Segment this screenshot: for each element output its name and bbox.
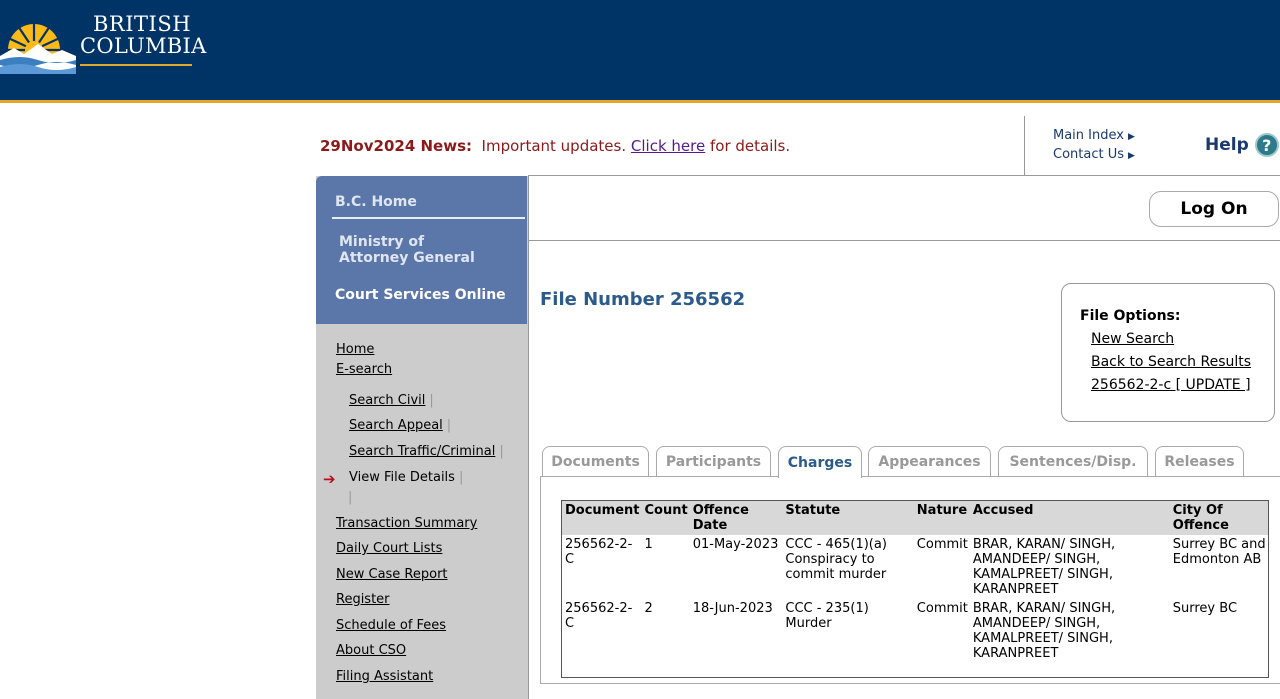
help-link[interactable]: Help ? — [1205, 133, 1279, 157]
tab-releases[interactable]: Releases — [1155, 446, 1244, 477]
sidebar-item-filing-assistant[interactable]: Filing Assistant — [336, 669, 433, 684]
sidebar-item-search-civil[interactable]: Search Civil | — [349, 393, 434, 408]
logo-line-2: COLUMBIA — [80, 34, 207, 58]
news-suffix: for details. — [710, 137, 791, 155]
tab-appearances[interactable]: Appearances — [868, 446, 991, 477]
sidebar-item-new-case-report[interactable]: New Case Report — [336, 567, 448, 582]
table-row-empty — [562, 663, 1269, 678]
table-row: 256562-2-C 2 18-Jun-2023 CCC - 235(1) Mu… — [562, 599, 1269, 663]
col-offence-date: Offence Date — [689, 500, 783, 535]
sidebar-item-search-traffic[interactable]: Search Traffic/Criminal | — [349, 444, 504, 459]
col-nature: Nature — [913, 500, 970, 535]
header-bottom-border — [528, 240, 1280, 241]
top-links: Main Index ▶ Contact Us ▶ — [1053, 127, 1135, 165]
triangle-right-icon: ▶ — [1128, 151, 1135, 161]
col-statute: Statute — [782, 500, 914, 535]
update-file-link[interactable]: 256562-2-c [ UPDATE ] — [1091, 377, 1251, 393]
triangle-right-icon: ▶ — [1127, 132, 1135, 142]
search-traffic-label: Search Traffic/Criminal — [349, 444, 496, 459]
sidebar-item-schedule-of-fees[interactable]: Schedule of Fees — [336, 618, 446, 633]
cell-accused: BRAR, KARAN/ SINGH, AMANDEEP/ SINGH, KAM… — [972, 601, 1116, 661]
table-header-row: Document Count Offence Date Statute Natu… — [561, 500, 1269, 535]
view-file-label: View File Details — [349, 470, 455, 485]
contact-us-label: Contact Us — [1053, 147, 1124, 162]
search-appeal-label: Search Appeal — [349, 418, 443, 433]
separator-bar: | — [499, 444, 504, 459]
separator-bar: | — [446, 418, 452, 433]
separator-bar: | — [344, 490, 352, 505]
separator-bar-char: | — [348, 490, 353, 505]
contact-us-link[interactable]: Contact Us ▶ — [1053, 146, 1135, 165]
sidebar-divider — [332, 217, 525, 219]
main-index-link[interactable]: Main Index ▶ — [1053, 127, 1135, 146]
log-on-button[interactable]: Log On — [1149, 191, 1279, 227]
logo-line-1: BRITISH — [93, 12, 192, 36]
sidebar-item-register[interactable]: Register — [336, 592, 390, 607]
sidebar-item-transaction-summary[interactable]: Transaction Summary — [336, 516, 477, 531]
col-document: Document — [561, 500, 642, 535]
sidebar-item-home[interactable]: Home — [336, 342, 374, 357]
file-options-title: File Options: — [1080, 308, 1181, 324]
top-divider — [1024, 116, 1025, 176]
tab-sentences[interactable]: Sentences/Disp. — [998, 446, 1148, 477]
sidebar-item-daily-court-lists[interactable]: Daily Court Lists — [336, 541, 442, 556]
cell-accused: BRAR, KARAN/ SINGH, AMANDEEP/ SINGH, KAM… — [972, 537, 1116, 597]
ministry-line-1: Ministry of — [339, 234, 425, 250]
page-title: File Number 256562 — [540, 289, 746, 310]
news-click-here-link[interactable]: Click here — [631, 137, 705, 155]
main-index-label: Main Index — [1053, 128, 1124, 143]
sidebar-header: B.C. Home Ministry of Attorney General C… — [316, 176, 527, 324]
ministry-link[interactable]: Ministry of Attorney General — [339, 234, 475, 266]
empty-cell — [562, 663, 1269, 678]
cell-city: Surrey BC and Edmonton AB — [1172, 537, 1266, 567]
sidebar-item-search-appeal[interactable]: Search Appeal | — [349, 418, 451, 433]
ministry-line-2: Attorney General — [339, 250, 475, 266]
logo-text: BRITISH COLUMBIA — [80, 13, 207, 57]
tab-participants[interactable]: Participants — [656, 446, 771, 477]
news-bar: 29Nov2024 News: Important updates. Click… — [320, 137, 790, 155]
search-civil-label: Search Civil — [349, 393, 426, 408]
header-top-border — [528, 175, 1280, 176]
table-row: 256562-2-C 1 01-May-2023 CCC - 465(1)(a)… — [562, 535, 1269, 599]
new-search-link[interactable]: New Search — [1091, 331, 1174, 347]
sidebar-item-about-cso[interactable]: About CSO — [336, 643, 406, 658]
file-options-box: File Options: New Search Back to Search … — [1061, 283, 1275, 422]
cell-statute: CCC - 235(1) Murder — [785, 601, 869, 631]
col-city: City Of Offence — [1169, 500, 1269, 535]
logo-underline — [80, 64, 192, 66]
cell-nature: Commit — [916, 601, 968, 616]
sidebar-item-view-file[interactable]: View File Details | — [349, 470, 463, 485]
news-date: 29Nov2024 News: — [320, 137, 472, 155]
tab-charges[interactable]: Charges — [778, 446, 862, 478]
cell-offence-date: 01-May-2023 — [692, 537, 779, 552]
cell-count: 2 — [644, 601, 653, 616]
arrow-right-icon: ➔ — [323, 470, 336, 488]
cell-city: Surrey BC — [1172, 601, 1238, 616]
bc-home-link[interactable]: B.C. Home — [335, 194, 417, 210]
separator-bar: | — [429, 393, 434, 408]
cso-link[interactable]: Court Services Online — [335, 287, 506, 303]
news-text: Important updates. — [481, 137, 627, 155]
tab-documents[interactable]: Documents — [542, 446, 649, 477]
cell-nature: Commit — [916, 537, 968, 552]
question-icon: ? — [1254, 133, 1279, 157]
back-to-results-link[interactable]: Back to Search Results — [1091, 354, 1251, 370]
sidebar-item-esearch[interactable]: E-search — [336, 362, 392, 377]
cell-statute: CCC - 465(1)(a) Conspiracy to commit mur… — [785, 537, 887, 582]
cell-offence-date: 18-Jun-2023 — [692, 601, 773, 616]
help-label: Help — [1205, 135, 1249, 155]
cell-document: 256562-2-C — [565, 601, 633, 631]
charges-table: Document Count Offence Date Statute Natu… — [561, 500, 1269, 678]
cell-count: 1 — [644, 537, 653, 552]
col-count: Count — [641, 500, 690, 535]
col-accused: Accused — [969, 500, 1170, 535]
header-banner: BRITISH COLUMBIA — [0, 0, 1280, 103]
cell-document: 256562-2-C — [565, 537, 633, 567]
separator-bar: | — [458, 470, 464, 485]
